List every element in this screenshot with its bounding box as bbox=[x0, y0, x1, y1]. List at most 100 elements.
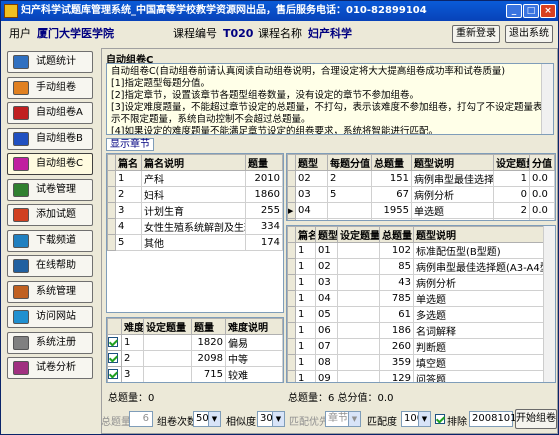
sidebar-item-11[interactable]: 系统注册 bbox=[7, 331, 93, 354]
table-cell[interactable]: 359 bbox=[379, 354, 414, 371]
sidebar-item-3[interactable]: 自动组卷B bbox=[7, 127, 93, 150]
table-cell[interactable]: 5 bbox=[327, 186, 372, 203]
sidebar-item-2[interactable]: 自动组卷A bbox=[7, 102, 93, 124]
start-compose-button[interactable]: 开始组卷 bbox=[515, 409, 557, 429]
table-cell[interactable]: 03 bbox=[295, 186, 328, 203]
table-cell[interactable]: 问答题 bbox=[413, 370, 555, 382]
table-cell[interactable]: 1820 bbox=[191, 334, 226, 351]
table-cell[interactable]: 多选题 bbox=[411, 218, 494, 220]
table-cell[interactable]: 09 bbox=[315, 370, 338, 382]
table-cell[interactable]: 0.0 bbox=[529, 218, 555, 220]
table-cell[interactable]: 标准配伍型(B型题) bbox=[413, 242, 555, 259]
table-cell[interactable] bbox=[143, 334, 192, 351]
table-cell[interactable]: 填空题 bbox=[413, 354, 555, 371]
table-cell[interactable]: 较难 bbox=[225, 366, 283, 382]
exclude-date-field[interactable]: 20081016 bbox=[469, 411, 523, 427]
table-cell[interactable]: 2 bbox=[115, 186, 142, 203]
table-cell[interactable]: 偏易 bbox=[225, 334, 283, 351]
similar-dropdown[interactable]: 30 ▼ bbox=[257, 411, 285, 427]
minimize-button[interactable]: _ bbox=[506, 4, 522, 18]
table-cell[interactable] bbox=[337, 370, 380, 382]
exit-button[interactable]: 退出系统 bbox=[505, 25, 553, 43]
table-row[interactable]: 1 02 85 病例串型最佳选择题(A3-A4型题) bbox=[287, 258, 555, 275]
table-cell[interactable]: 2 bbox=[493, 202, 530, 219]
table-cell[interactable] bbox=[337, 290, 380, 307]
table-cell[interactable]: 4 bbox=[115, 218, 142, 235]
table-cell[interactable]: 0 bbox=[493, 186, 530, 203]
sidebar-item-6[interactable]: 添加试题 bbox=[7, 204, 93, 226]
table-cell[interactable]: 04 bbox=[295, 202, 328, 219]
table-row[interactable]: 1 1820 偏易 bbox=[107, 334, 283, 351]
table-cell[interactable]: 2 bbox=[327, 170, 372, 187]
match-degree-dropdown[interactable]: 100 ▼ bbox=[401, 411, 431, 427]
table-cell[interactable]: 判断题 bbox=[413, 338, 555, 355]
times-dropdown[interactable]: 50 ▼ bbox=[193, 411, 221, 427]
detail-scrollbar[interactable] bbox=[543, 226, 555, 382]
table-cell[interactable]: 255 bbox=[245, 202, 283, 219]
table-cell[interactable]: 85 bbox=[379, 258, 414, 275]
table-cell[interactable]: 病例分析 bbox=[411, 186, 494, 203]
table-cell[interactable]: 1 bbox=[295, 258, 316, 275]
table-cell[interactable]: 单选题 bbox=[411, 202, 494, 219]
difficulty-checkbox[interactable] bbox=[108, 337, 118, 347]
table-cell[interactable]: 多选题 bbox=[413, 306, 555, 323]
table-cell[interactable]: 1955 bbox=[371, 202, 412, 219]
table-cell[interactable]: 260 bbox=[379, 338, 414, 355]
exclude-checkbox[interactable] bbox=[435, 414, 445, 424]
table-cell[interactable]: 1 bbox=[121, 334, 144, 351]
table-cell[interactable] bbox=[327, 202, 372, 219]
table-cell[interactable]: 1 bbox=[295, 274, 316, 291]
table-cell[interactable]: 06 bbox=[315, 322, 338, 339]
table-row[interactable]: 1 04 785 单选题 bbox=[287, 290, 555, 307]
table-cell[interactable]: 02 bbox=[295, 170, 328, 187]
sidebar-item-9[interactable]: 系统管理 bbox=[7, 280, 93, 303]
table-cell[interactable] bbox=[337, 274, 380, 291]
table-cell[interactable] bbox=[143, 366, 192, 382]
table-cell[interactable]: 1 bbox=[295, 370, 316, 382]
table-cell[interactable] bbox=[337, 258, 380, 275]
table-cell[interactable]: 3 bbox=[115, 202, 142, 219]
table-cell[interactable]: 1 bbox=[295, 242, 316, 259]
table-cell[interactable]: 174 bbox=[245, 234, 283, 251]
table-cell[interactable]: 102 bbox=[379, 242, 414, 259]
table-cell[interactable]: 129 bbox=[379, 370, 414, 382]
maximize-button[interactable]: □ bbox=[523, 4, 539, 18]
table-cell[interactable]: 单选题 bbox=[413, 290, 555, 307]
sidebar-item-8[interactable]: 在线帮助 bbox=[7, 255, 93, 277]
table-cell[interactable]: 186 bbox=[379, 322, 414, 339]
table-cell[interactable]: 05 bbox=[295, 218, 328, 220]
table-row[interactable]: 3 715 较难 bbox=[107, 366, 283, 382]
table-row[interactable]: 1 05 61 多选题 bbox=[287, 306, 555, 323]
table-cell[interactable]: 1 bbox=[295, 322, 316, 339]
table-cell[interactable]: 1 bbox=[295, 306, 316, 323]
table-row[interactable]: 2 妇科 1860 bbox=[107, 186, 283, 203]
table-row[interactable]: ▶ 04 1955 单选题 2 0.0 bbox=[287, 202, 555, 219]
table-cell[interactable]: 计划生育 bbox=[141, 202, 246, 219]
show-chapters-link[interactable]: 显示章节 bbox=[106, 138, 154, 151]
table-cell[interactable]: 中等 bbox=[225, 350, 283, 367]
sidebar-item-12[interactable]: 试卷分析 bbox=[7, 357, 93, 379]
table-cell[interactable]: 03 bbox=[315, 274, 338, 291]
table-row[interactable]: 03 5 67 病例分析 0 0.0 bbox=[287, 186, 555, 203]
table-cell[interactable]: 1 bbox=[295, 290, 316, 307]
table-row[interactable]: 1 07 260 判断题 bbox=[287, 338, 555, 355]
table-cell[interactable]: 151 bbox=[371, 170, 412, 187]
difficulty-checkbox[interactable] bbox=[108, 353, 118, 363]
table-cell[interactable]: 1 bbox=[493, 170, 530, 187]
description-box[interactable]: 自动组卷C(自动组卷前请认真阅读自动组卷说明，合理设定将大大提高组卷成功率和试卷… bbox=[106, 63, 554, 135]
table-cell[interactable]: 0.0 bbox=[529, 170, 555, 187]
sidebar-item-7[interactable]: 下载频道 bbox=[7, 229, 93, 252]
table-row[interactable]: 1 产科 2010 bbox=[107, 170, 283, 187]
table-cell[interactable]: 女性生殖系统解剖及生理 bbox=[141, 218, 246, 235]
table-cell[interactable]: 2 bbox=[121, 350, 144, 367]
table-cell[interactable] bbox=[337, 306, 380, 323]
table-cell[interactable] bbox=[143, 350, 192, 367]
table-row[interactable]: 022151病例串型最佳选择题10.0 bbox=[287, 170, 555, 187]
table-cell[interactable]: 1 bbox=[295, 354, 316, 371]
table-row[interactable]: 1 08 359 填空题 bbox=[287, 354, 555, 371]
table-cell[interactable]: 1 bbox=[295, 338, 316, 355]
table-row[interactable]: 1 03 43 病例分析 bbox=[287, 274, 555, 291]
table-cell[interactable]: 5 bbox=[115, 234, 142, 251]
table-cell[interactable]: 05 bbox=[315, 306, 338, 323]
table-cell[interactable]: 241 bbox=[371, 218, 412, 220]
